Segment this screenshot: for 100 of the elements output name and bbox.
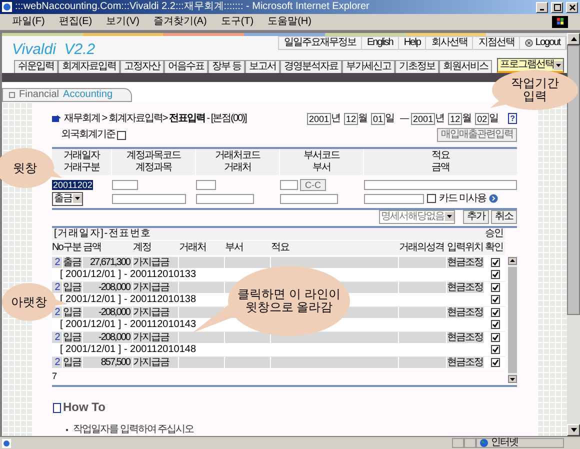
nav-tab[interactable]: 회계자료입력 bbox=[58, 60, 120, 73]
detail-select[interactable]: 명세서해당없음 bbox=[379, 210, 455, 224]
column-header: 적요 bbox=[271, 242, 290, 254]
nav-tab[interactable]: 어음수표 bbox=[164, 60, 208, 73]
nav-tab[interactable]: 고정자산 bbox=[120, 60, 164, 73]
row-count: 7 bbox=[52, 370, 58, 382]
checkbox[interactable] bbox=[427, 194, 436, 204]
minimize-button[interactable] bbox=[536, 2, 548, 12]
dropdown-arrow-icon bbox=[554, 60, 563, 70]
list-title: [ 거 래 일 자 ] - 전 표 번 호 bbox=[53, 228, 151, 240]
purchase-sales-button[interactable]: 매입매출관련입력 bbox=[437, 128, 517, 142]
scrollbar-thumb[interactable] bbox=[567, 45, 580, 315]
date-field[interactable]: 02 bbox=[475, 112, 490, 124]
menu-item[interactable]: 도움말(H) bbox=[268, 16, 312, 28]
table-cell: -208,000 bbox=[83, 306, 133, 318]
table-cell: 2 bbox=[52, 332, 63, 344]
page-scrollbar[interactable] bbox=[567, 33, 580, 436]
date-field[interactable]: 12 bbox=[448, 112, 462, 124]
close-button[interactable] bbox=[566, 2, 578, 12]
date-separator: — bbox=[400, 112, 410, 125]
input-field[interactable] bbox=[112, 194, 186, 204]
cc-button[interactable]: C-C bbox=[300, 178, 326, 191]
menu-item[interactable]: 도구(T) bbox=[220, 16, 254, 28]
checkbox[interactable] bbox=[490, 333, 500, 342]
down-arrow-icon bbox=[510, 378, 515, 381]
menu-item[interactable]: 즐겨찾기(A) bbox=[153, 16, 207, 28]
nav-tab[interactable]: 부가세신고 bbox=[342, 60, 395, 73]
header-link[interactable]: 일일주요재무정보 bbox=[279, 37, 362, 49]
date-field[interactable]: 2001 bbox=[306, 112, 332, 124]
scroll-down-button[interactable] bbox=[508, 375, 517, 384]
add-button[interactable]: 추가 bbox=[463, 210, 489, 224]
maximize-icon bbox=[554, 4, 560, 10]
form-header: 부서코드 부서 bbox=[280, 148, 364, 175]
input-field[interactable] bbox=[280, 180, 298, 190]
logout-icon bbox=[525, 39, 534, 47]
menu-item[interactable]: 편집(E) bbox=[58, 16, 92, 28]
checkbox[interactable] bbox=[490, 345, 500, 354]
date-unit: 월 bbox=[462, 113, 472, 124]
checkbox[interactable] bbox=[490, 270, 500, 280]
input-field[interactable] bbox=[280, 194, 338, 204]
checkbox-label: 외국회계기준 bbox=[61, 129, 115, 142]
up-arrow-icon bbox=[570, 37, 576, 41]
date-unit: 일 bbox=[489, 113, 500, 124]
nav-tab[interactable]: 기초정보 bbox=[394, 60, 439, 73]
checkbox[interactable] bbox=[490, 358, 500, 368]
dropdown-arrow-icon bbox=[445, 212, 454, 222]
table-cell: 가지급금 bbox=[133, 256, 179, 268]
list-scrollbar[interactable] bbox=[508, 256, 517, 384]
windows-logo-icon bbox=[552, 16, 568, 28]
table-cell: 현금조정 bbox=[447, 306, 485, 318]
maximize-button[interactable] bbox=[551, 2, 563, 12]
table-cell: 가지급금 bbox=[133, 356, 179, 368]
scrollbar-thumb[interactable] bbox=[508, 266, 517, 374]
checkbox[interactable] bbox=[490, 258, 500, 268]
menu-item[interactable]: 보기(V) bbox=[106, 16, 140, 28]
up-arrow-icon bbox=[510, 259, 515, 262]
column-header: 거래의성격 bbox=[399, 242, 445, 254]
logo: Vivaldi V2.2 bbox=[12, 43, 96, 57]
date-field[interactable]: 01 bbox=[371, 112, 386, 124]
table-cell: 현금조정 bbox=[447, 356, 485, 368]
menu-item[interactable]: 파일(F) bbox=[12, 16, 45, 28]
breadcrumb: 재무회계 > 회계자료입력> 전표입력 - [본점(00)] bbox=[64, 112, 246, 124]
status-panel bbox=[452, 438, 464, 448]
type-select[interactable]: 출금 bbox=[52, 192, 83, 206]
header-link[interactable]: Help bbox=[398, 37, 426, 49]
header-link[interactable]: 지점선택 bbox=[473, 37, 520, 49]
header-link[interactable]: 회사선택 bbox=[426, 37, 474, 49]
program-select[interactable]: 프로그램선택 bbox=[497, 58, 564, 73]
header-link[interactable]: English bbox=[362, 37, 399, 49]
input-field[interactable] bbox=[112, 180, 138, 190]
column-header: 금액 bbox=[83, 242, 102, 254]
checkbox-label: 카드 미사용 bbox=[439, 192, 486, 205]
nav-tab[interactable]: 경영분석자료 bbox=[280, 60, 342, 73]
help-icon bbox=[52, 402, 62, 414]
nav-tab[interactable]: 장부 등 bbox=[208, 60, 245, 73]
scroll-up-button[interactable] bbox=[508, 256, 517, 265]
section-tab[interactable]: Financial Accounting bbox=[2, 88, 132, 102]
date-input[interactable]: 20011202 bbox=[52, 180, 94, 190]
column-header: No bbox=[52, 242, 63, 254]
nav-tab[interactable]: 쉬운입력 bbox=[14, 60, 58, 73]
date-field[interactable]: 2001 bbox=[411, 112, 436, 124]
cancel-button[interactable]: 취소 bbox=[491, 210, 517, 224]
date-field[interactable]: 12 bbox=[344, 112, 358, 124]
nav-tab[interactable]: 보고서 bbox=[244, 60, 280, 73]
table-cell: -208,000 bbox=[83, 332, 133, 344]
input-field[interactable] bbox=[364, 194, 424, 204]
nav-tab[interactable]: 회원서비스 bbox=[438, 60, 492, 73]
checkbox[interactable] bbox=[117, 130, 126, 140]
input-field[interactable] bbox=[196, 194, 254, 204]
input-field[interactable] bbox=[196, 180, 216, 190]
header-link[interactable]: Logout bbox=[520, 37, 566, 49]
how-to-title: How To bbox=[63, 401, 106, 414]
help-button[interactable]: ? bbox=[508, 113, 517, 124]
checkbox[interactable] bbox=[490, 320, 500, 330]
checkbox[interactable] bbox=[490, 295, 500, 304]
checkbox[interactable] bbox=[490, 283, 500, 292]
checkbox[interactable] bbox=[490, 308, 500, 318]
input-field[interactable] bbox=[364, 180, 517, 190]
date-unit: 년 bbox=[331, 113, 342, 124]
globe-icon bbox=[480, 439, 488, 447]
